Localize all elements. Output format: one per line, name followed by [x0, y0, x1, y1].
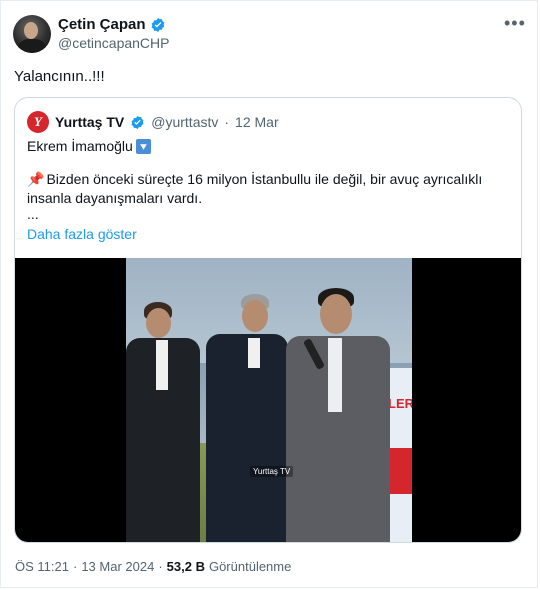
quoted-separator: ·: [224, 114, 230, 130]
avatar[interactable]: [13, 15, 51, 53]
quoted-line1: Ekrem İmamoğlu: [27, 138, 151, 154]
quoted-display-name[interactable]: Yurttaş TV: [55, 114, 124, 130]
video-banner-text: LER: [388, 396, 412, 411]
tweet-text: Yalancının..!!!: [14, 68, 105, 85]
views-label: Görüntülenme: [208, 559, 292, 574]
author-display-name[interactable]: Çetin Çapan: [58, 16, 146, 33]
video-watermark: Yurttaş TV: [250, 466, 294, 477]
quoted-header: Y Yurttaş TV @yurttastv · 12 Mar: [27, 111, 279, 133]
tweet-footer: ÖS 11:21 · 13 Mar 2024 · 53,2 B Görüntül…: [15, 559, 291, 574]
verified-badge-icon: [151, 17, 164, 32]
video-player[interactable]: LER Yurttaş TV: [15, 258, 521, 542]
footer-separator-2: ·: [158, 559, 163, 574]
tweet-date[interactable]: 13 Mar 2024: [81, 559, 154, 574]
tweet-time[interactable]: ÖS 11:21: [15, 559, 69, 574]
quoted-tweet[interactable]: Y Yurttaş TV @yurttastv · 12 Mar Ekrem İ…: [14, 97, 522, 543]
more-options-icon[interactable]: •••: [504, 14, 526, 32]
quoted-verified-badge-icon: [131, 115, 144, 129]
quoted-handle[interactable]: @yurttastv: [151, 114, 218, 130]
video-frame: LER Yurttaş TV: [126, 258, 412, 542]
tweet-card: Çetin Çapan @cetincapanCHP ••• Yalancını…: [0, 0, 538, 588]
quoted-subject: Ekrem İmamoğlu: [27, 138, 133, 154]
pushpin-icon: 📌: [27, 171, 45, 187]
yurttas-tv-logo-icon: Y: [27, 111, 49, 133]
view-count: 53,2 B: [166, 559, 205, 574]
down-arrow-emoji-icon: [135, 138, 151, 154]
author-handle[interactable]: @cetincapanCHP: [58, 35, 170, 51]
quoted-date[interactable]: 12 Mar: [235, 114, 279, 130]
show-more-link[interactable]: Daha fazla göster: [27, 226, 137, 242]
footer-separator: ·: [72, 559, 78, 574]
quoted-body: 📌 Bizden önceki süreçte 16 milyon İstanbu…: [27, 170, 507, 208]
quoted-ellipsis: ...: [27, 206, 39, 222]
author-name-row: Çetin Çapan: [58, 16, 166, 33]
quoted-body-text: Bizden önceki süreçte 16 milyon İstanbul…: [27, 171, 483, 206]
